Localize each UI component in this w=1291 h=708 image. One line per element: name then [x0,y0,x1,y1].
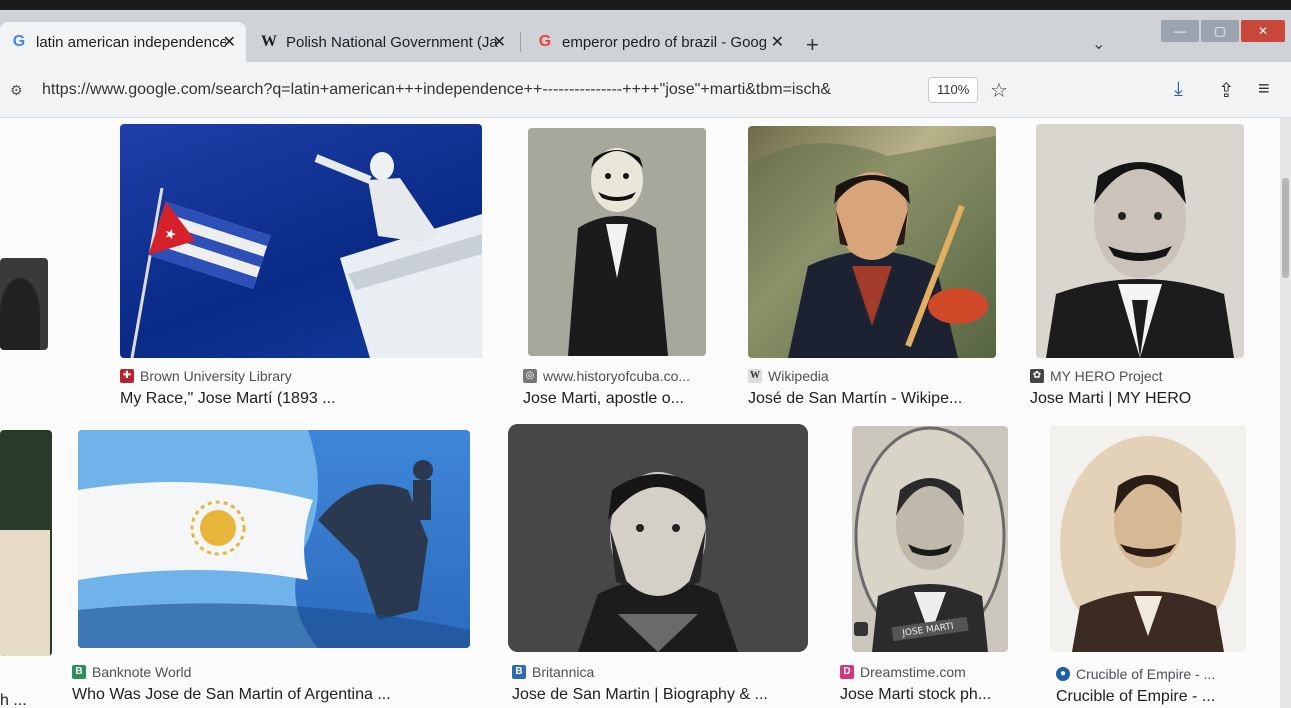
result-image-marti-photo[interactable] [1036,124,1244,358]
tab-title: latin american independence - [36,33,226,51]
new-tab-button[interactable]: + [806,32,819,58]
result-image-marti-statue[interactable]: ★ [120,124,482,358]
statue-flag-illustration: ★ [130,152,482,358]
result-title-partial[interactable]: h ... [0,692,27,708]
result-meta: ◎ www.historyofcuba.co... Jose Marti, apo… [523,368,690,408]
scrollbar-thumb[interactable] [1282,178,1289,278]
address-bar[interactable]: https://www.google.com/search?q=latin+am… [42,81,924,99]
address-toolbar: ⚙ https://www.google.com/search?q=latin+… [0,62,1291,118]
result-title[interactable]: Jose de San Martin | Biography & ... [512,686,768,704]
download-icon[interactable]: ⤓ [1174,78,1183,101]
result-image-partial[interactable] [0,430,52,656]
result-source[interactable]: B Banknote World [72,664,391,680]
close-tab-icon[interactable]: ✕ [771,32,784,52]
tab-list-chevron-icon[interactable]: ⌄ [1092,34,1105,54]
close-window-icon[interactable]: ✕ [1241,20,1285,42]
result-image-san-martin-painting[interactable] [748,126,996,358]
result-source[interactable]: ✿ MY HERO Project [1030,368,1191,384]
result-meta: ✿ MY HERO Project Jose Marti | MY HERO [1030,368,1191,408]
portrait-illustration [1060,436,1236,652]
my-hero-icon: ✿ [1030,369,1044,383]
site-info-icon[interactable]: ⚙ [10,82,23,99]
image-results: h ... ★ ✚ Brown University Library My Rac… [0,118,1280,708]
vertical-scrollbar[interactable] [1280,118,1291,708]
britannica-icon: B [512,665,526,679]
tab-polish-national-government[interactable]: W Polish National Government (Ja ✕ [250,22,516,62]
crucible-of-empire-icon: ● [1056,667,1070,681]
result-title[interactable]: Jose Marti | MY HERO [1030,390,1191,408]
result-meta: D Dreamstime.com Jose Marti stock ph... [840,664,991,704]
tab-emperor-pedro[interactable]: G emperor pedro of brazil - Goog ✕ [526,22,794,62]
result-source[interactable]: ◎ www.historyofcuba.co... [523,368,690,384]
result-meta: ✚ Brown University Library My Race," Jose… [120,368,336,408]
tab-separator [520,32,521,52]
tab-latin-american-independence[interactable]: G latin american independence - ✕ [0,22,246,62]
result-title[interactable]: Crucible of Empire - ... [1056,688,1215,706]
portrait-illustration: JOSE MARTI [854,426,1006,652]
result-image-argentina-flag[interactable] [78,430,470,648]
result-title[interactable]: My Race," Jose Martí (1893 ... [120,390,336,408]
result-source[interactable]: ● Crucible of Empire - ... [1056,666,1215,682]
globe-icon: ◎ [523,369,537,383]
portrait-illustration [1046,162,1234,358]
close-tab-icon[interactable]: ✕ [223,32,236,52]
result-title[interactable]: Jose Marti stock ph... [840,686,991,704]
result-image-partial[interactable] [0,258,48,350]
google-icon: G [12,33,26,50]
result-meta: B Banknote World Who Was Jose de San Mart… [72,664,391,704]
brown-university-icon: ✚ [120,369,134,383]
tab-title: emperor pedro of brazil - Goog [562,33,766,51]
flag-statue-illustration [78,430,470,648]
portrait-illustration [508,424,808,652]
tab-strip: G latin american independence - ✕ W Poli… [0,10,1291,62]
close-tab-icon[interactable]: ✕ [493,32,506,52]
result-title[interactable]: Jose Marti, apostle o... [523,390,690,408]
google-icon: G [538,33,552,50]
menu-icon[interactable]: ≡ [1258,78,1270,101]
maximize-icon[interactable]: ▢ [1201,20,1239,42]
result-source[interactable]: W Wikipedia [748,368,962,384]
result-image-marti-oval[interactable] [1050,426,1246,652]
result-image-marti-posterized[interactable] [528,128,706,356]
favorite-star-icon[interactable]: ☆ [990,78,1008,103]
wikipedia-icon: W [748,369,762,383]
result-source[interactable]: B Britannica [512,664,768,680]
result-meta: B Britannica Jose de San Martin | Biograp… [512,664,768,704]
tab-title: Polish National Government (Ja [286,33,498,51]
share-icon[interactable]: ⇪ [1218,78,1235,103]
result-image-san-martin-engraving[interactable] [508,424,808,652]
result-image-marti-banknote[interactable]: JOSE MARTI [852,426,1008,652]
result-meta: W Wikipedia José de San Martín - Wikipe..… [748,368,962,408]
zoom-level[interactable]: 110% [928,77,979,103]
result-source[interactable]: ✚ Brown University Library [120,368,336,384]
result-title[interactable]: José de San Martín - Wikipe... [748,390,962,408]
wikipedia-icon: W [261,33,277,50]
dreamstime-icon: D [840,665,854,679]
minimize-icon[interactable]: — [1161,20,1199,42]
banknote-world-icon: B [72,665,86,679]
result-source[interactable]: D Dreamstime.com [840,664,991,680]
window-controls: — ▢ ✕ [1161,20,1285,42]
portrait-illustration [528,128,706,356]
result-title[interactable]: Who Was Jose de San Martin of Argentina … [72,686,391,704]
portrait-illustration [748,136,996,358]
result-meta: ● Crucible of Empire - ... Crucible of Em… [1056,666,1215,706]
